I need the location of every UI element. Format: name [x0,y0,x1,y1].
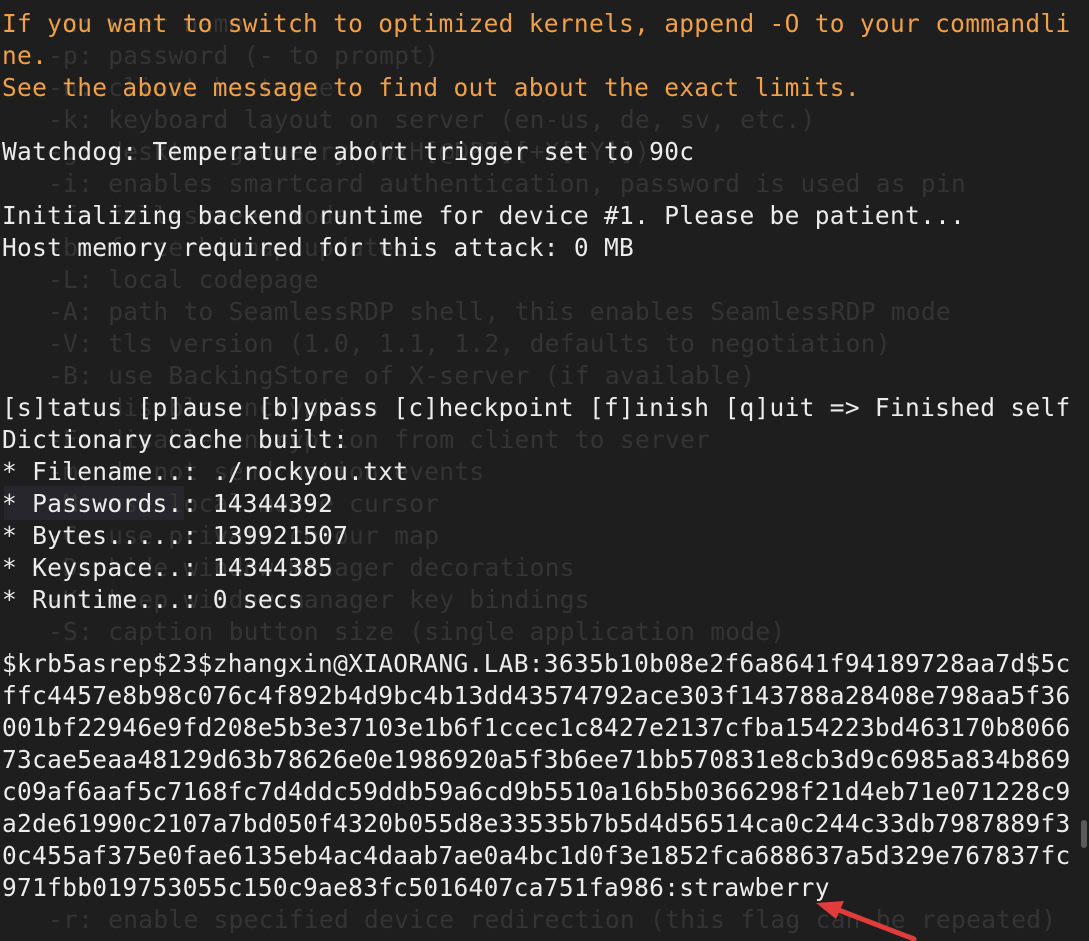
hash-line: $krb5asrep$23$zhangxin@XIAORANG.LAB:3635… [2,649,1071,678]
terminal-window[interactable]: -u: user name -p: password (- to prompt)… [0,0,1089,941]
runtime-line: * Runtime...: 0 secs [2,585,304,614]
watchdog-line: Watchdog: Temperature abort trigger set … [2,137,695,166]
filename-line: * Filename..: ./rockyou.txt [2,457,409,486]
keyspace-line: * Keyspace..: 14344385 [2,553,334,582]
hash-line: ffc4457e8b98c076c4f892b4d9bc4b13dd435747… [2,681,1071,710]
passwords-line: * Passwords.: 14344392 [2,489,334,518]
warning-message: If you want to switch to optimized kerne… [2,9,1071,38]
arrow-head [816,901,844,919]
arrow-shaft [833,906,917,941]
warning-message-wrap: ne. [2,41,48,70]
terminal-output: If you want to switch to optimized kerne… [2,8,1072,904]
red-arrow-icon [816,901,917,941]
warning-limits: See the above message to find out about … [2,73,860,102]
host-memory-line: Host memory required for this attack: 0 … [2,233,635,262]
status-prompt-line: [s]tatus [p]ause [b]ypass [c]heckpoint [… [2,393,1071,422]
hash-line: c09af6aaf5c7168fc7d4ddc59ddb59a6cd9b5510… [2,777,1071,806]
scrollbar-thumb[interactable] [1081,820,1087,848]
hash-line: 73cae5eaa48129d63b78626e0e1986920a5f3b6e… [2,745,1071,774]
init-backend-line: Initializing backend runtime for device … [2,201,966,230]
hash-line: 0c455af375e0fae6135eb4ac4daab7ae0a4bc1d0… [2,841,1071,870]
hash-line: a2de61990c2107a7bd050f4320b055d8e33535b7… [2,809,1071,838]
hash-line: 001bf22946e9fd208e5b3e37103e1b6f1ccec1c8… [2,713,1071,742]
bytes-line: * Bytes.....: 139921507 [2,521,349,550]
dictionary-cache-line: Dictionary cache built: [2,425,349,454]
